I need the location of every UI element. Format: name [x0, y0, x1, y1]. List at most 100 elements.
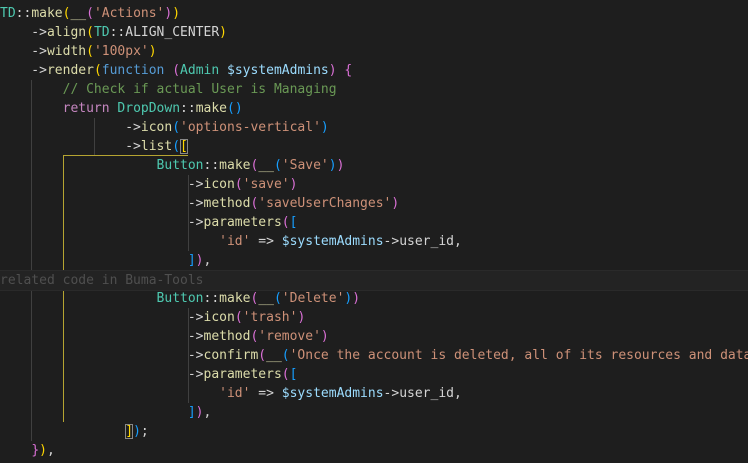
- code-token: ->: [0, 196, 204, 211]
- code-token: ): [352, 291, 361, 306]
- code-line: ->method('remove'): [0, 327, 748, 346]
- code-token: ->: [0, 63, 47, 78]
- code-token: (: [281, 367, 290, 382]
- code-line: return DropDown::make(): [0, 99, 748, 118]
- code-token: 'id': [219, 386, 251, 401]
- code-token: ]: [187, 405, 196, 420]
- code-line: ]),: [0, 403, 748, 422]
- code-token: (: [281, 348, 290, 363]
- code-token: ->: [0, 348, 204, 363]
- code-line: ->method('saveUserChanges'): [0, 194, 748, 213]
- code-token: (: [227, 101, 235, 116]
- code-token: (: [172, 120, 181, 135]
- code-token: ): [328, 63, 337, 78]
- code-line: ->icon('save'): [0, 175, 748, 194]
- code-token: ]: [187, 253, 196, 268]
- code-token: ->: [0, 120, 141, 135]
- code-line: ->list([: [0, 137, 748, 156]
- code-line: // Check if actual User is Managing: [0, 80, 748, 99]
- code-token: ->: [0, 367, 204, 382]
- code-token: TD: [0, 6, 16, 21]
- code-line: ->icon('options-vertical'): [0, 118, 748, 137]
- code-token: make: [219, 158, 251, 173]
- code-token: // Check if actual User is Managing: [62, 82, 337, 97]
- code-token: make: [219, 291, 251, 306]
- code-token: (: [172, 139, 181, 154]
- code-token: ): [336, 158, 345, 173]
- code-token: Admin: [180, 63, 220, 78]
- code-token: ::: [203, 158, 220, 173]
- code-token: confirm: [203, 348, 259, 363]
- code-token: method: [203, 329, 251, 344]
- code-token: ): [289, 177, 298, 192]
- code-token: DropDown: [117, 101, 181, 116]
- code-line: ->width('100px'): [0, 42, 748, 61]
- code-token: ;: [140, 424, 149, 439]
- code-token: {: [344, 63, 353, 78]
- code-token: ->: [0, 139, 141, 154]
- code-line: 'id' => $systemAdmins->user_id,: [0, 232, 748, 251]
- code-token: }: [31, 443, 40, 458]
- code-token: ): [39, 443, 47, 458]
- code-line: ]);: [0, 422, 748, 441]
- code-token: ->: [0, 44, 47, 59]
- code-token: '100px': [93, 44, 149, 59]
- code-token: width: [46, 44, 87, 59]
- code-token: Button: [156, 158, 204, 173]
- code-token: parameters: [203, 367, 282, 382]
- code-token: (: [93, 63, 102, 78]
- code-token: ,: [203, 253, 212, 268]
- code-line: Button::make(__('Delete')): [0, 289, 748, 308]
- code-token: method: [203, 196, 251, 211]
- code-token: make: [195, 101, 228, 116]
- code-line: 'id' => $systemAdmins->user_id,: [0, 384, 748, 403]
- code-token: ): [320, 329, 329, 344]
- code-token: =>: [250, 234, 282, 249]
- code-token: ): [219, 25, 227, 40]
- code-token: render: [46, 63, 94, 78]
- code-token: ->: [0, 215, 204, 230]
- code-token: ->: [0, 25, 47, 40]
- code-token: parameters: [203, 215, 282, 230]
- codelens-related-code[interactable]: related code in Buma-Tools: [0, 270, 748, 291]
- code-line: TD::make(__('Actions')): [0, 4, 748, 23]
- code-token: =>: [250, 386, 282, 401]
- code-token: return: [62, 101, 110, 116]
- code-line: ->parameters([: [0, 213, 748, 232]
- code-token: ): [320, 120, 329, 135]
- code-token: icon: [140, 120, 173, 135]
- code-token: ): [391, 196, 400, 211]
- code-line: ->icon('trash'): [0, 308, 748, 327]
- code-editor[interactable]: TD::make(__('Actions')) ->align(TD::ALIG…: [0, 0, 748, 463]
- code-token: align: [46, 25, 87, 40]
- code-token: 'options-vertical': [180, 120, 321, 135]
- code-token: $systemAdmins: [281, 386, 384, 401]
- code-token: ): [133, 424, 141, 439]
- code-token: __: [266, 348, 282, 363]
- code-token: $systemAdmins: [227, 63, 329, 78]
- code-token: ): [148, 44, 157, 59]
- code-token: Button: [156, 291, 204, 306]
- code-token: (: [273, 291, 282, 306]
- code-token: (: [258, 348, 267, 363]
- code-token: 'trash': [242, 310, 298, 325]
- code-token: function: [101, 63, 165, 78]
- code-token: user_id: [399, 386, 454, 401]
- code-token: ->: [0, 310, 204, 325]
- code-token: __: [70, 6, 87, 21]
- code-token: ::: [180, 101, 196, 116]
- code-token: ): [297, 310, 306, 325]
- code-token: [: [289, 215, 298, 230]
- code-line: ->render(function (Admin $systemAdmins) …: [0, 61, 748, 80]
- code-token: ,: [453, 386, 462, 401]
- code-token: (: [86, 25, 94, 40]
- code-token: make: [31, 6, 63, 21]
- code-token: (: [234, 177, 243, 192]
